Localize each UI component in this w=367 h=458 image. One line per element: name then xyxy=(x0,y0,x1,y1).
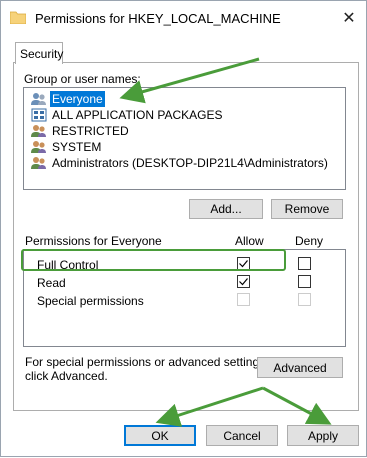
user-list[interactable]: Everyone ALL APPLICATION PACKAGES RESTRI… xyxy=(23,87,346,190)
list-item-everyone[interactable]: Everyone xyxy=(25,91,105,107)
user-name: Everyone xyxy=(50,91,105,107)
allow-checkbox-read[interactable] xyxy=(237,275,250,288)
permission-name: Read xyxy=(37,276,66,290)
tab-security[interactable]: Security xyxy=(15,42,63,64)
user-group-icon xyxy=(31,125,46,137)
allow-column-header: Allow xyxy=(235,234,264,248)
deny-checkbox-special xyxy=(298,293,311,306)
user-name: RESTRICTED xyxy=(52,124,129,138)
permission-row-special: Special permissions xyxy=(24,291,324,309)
checkmark-icon xyxy=(239,278,248,286)
deny-checkbox-read[interactable] xyxy=(298,275,311,288)
cancel-button[interactable]: Cancel xyxy=(206,425,278,446)
permissions-header: Permissions for Everyone xyxy=(25,234,162,248)
window-title: Permissions for HKEY_LOCAL_MACHINE xyxy=(35,11,281,26)
permissions-list: Full Control Read Special permissions xyxy=(23,249,346,347)
close-button[interactable]: ✕ xyxy=(335,5,363,31)
deny-column-header: Deny xyxy=(295,234,324,248)
group-names-label: Group or user names: xyxy=(24,72,141,86)
advanced-note-line2: click Advanced. xyxy=(25,369,108,383)
list-item-restricted[interactable]: RESTRICTED xyxy=(25,123,131,139)
permission-row-read: Read xyxy=(24,273,324,291)
folder-icon xyxy=(10,11,26,24)
permissions-dialog: Permissions for HKEY_LOCAL_MACHINE ✕ Sec… xyxy=(0,0,367,457)
tab-security-label: Security xyxy=(20,47,64,61)
remove-button[interactable]: Remove xyxy=(271,199,343,219)
user-group-icon xyxy=(31,157,46,169)
deny-checkbox-full-control[interactable] xyxy=(298,257,311,270)
allow-checkbox-full-control[interactable] xyxy=(237,257,250,270)
allow-checkbox-special xyxy=(237,293,250,306)
close-icon: ✕ xyxy=(342,10,356,27)
list-item-system[interactable]: SYSTEM xyxy=(25,139,103,155)
list-item-administrators[interactable]: Administrators (DESKTOP-DIP21L4\Administ… xyxy=(25,155,330,171)
list-item-all-app-packages[interactable]: ALL APPLICATION PACKAGES xyxy=(25,107,225,123)
add-button[interactable]: Add... xyxy=(189,199,263,219)
apply-button[interactable]: Apply xyxy=(287,425,359,446)
user-name: SYSTEM xyxy=(52,140,102,154)
permission-row-full-control: Full Control xyxy=(24,255,324,273)
ok-button[interactable]: OK xyxy=(124,425,196,446)
user-name: ALL APPLICATION PACKAGES xyxy=(52,108,223,122)
title-bar: Permissions for HKEY_LOCAL_MACHINE ✕ xyxy=(1,1,366,35)
permission-name: Full Control xyxy=(37,258,99,272)
permission-name: Special permissions xyxy=(37,294,144,308)
checkmark-icon xyxy=(239,260,248,268)
user-name: Administrators (DESKTOP-DIP21L4\Administ… xyxy=(52,156,328,170)
user-group-icon xyxy=(31,93,46,105)
user-group-icon xyxy=(31,141,46,153)
advanced-note-line1: For special permissions or advanced sett… xyxy=(25,355,269,369)
advanced-button[interactable]: Advanced xyxy=(257,357,343,378)
app-packages-icon xyxy=(31,108,47,122)
